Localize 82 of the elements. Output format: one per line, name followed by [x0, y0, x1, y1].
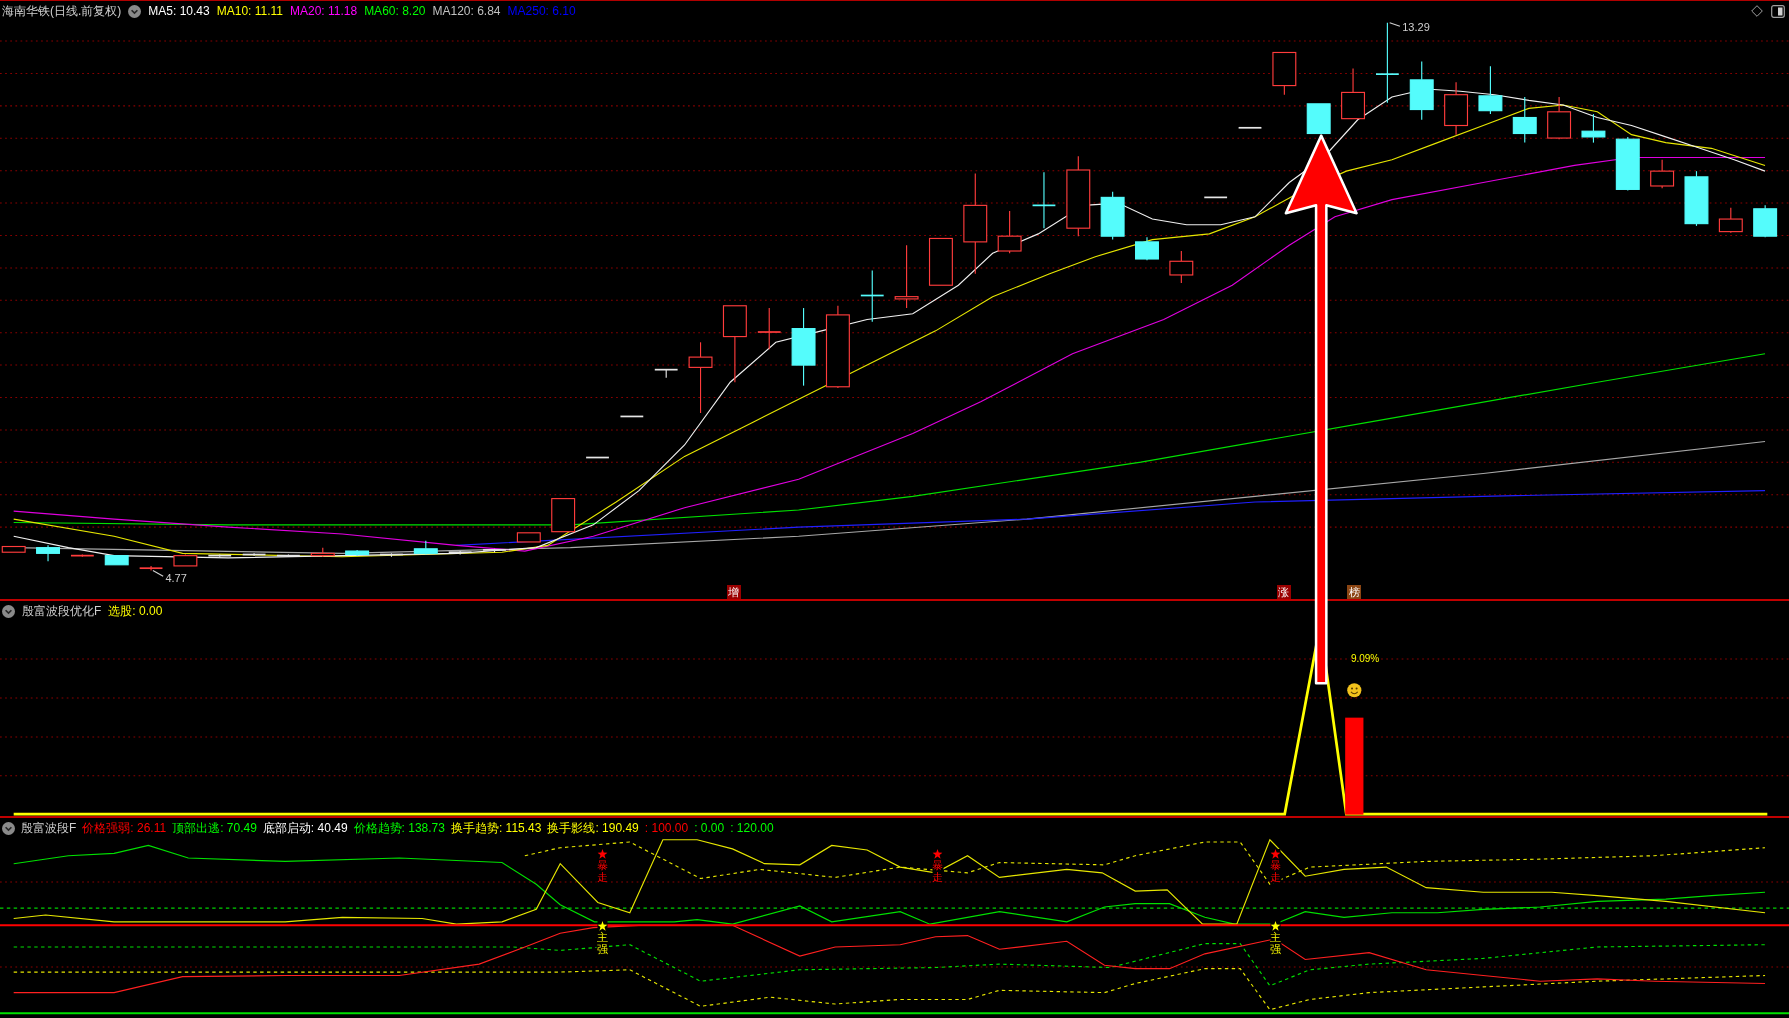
indicator-value: MA20: 11.18	[289, 4, 358, 18]
candlestick	[1615, 136, 1640, 192]
candlestick	[345, 549, 370, 557]
candlestick	[1031, 171, 1057, 229]
price-label: 13.29	[1402, 21, 1430, 33]
candlestick	[379, 552, 404, 558]
candlestick	[36, 544, 60, 562]
signal-marker-label: 主强	[1270, 930, 1282, 955]
diamond-icon[interactable]	[1751, 5, 1763, 17]
candlestick	[241, 552, 267, 557]
candlestick	[653, 368, 679, 379]
candlestick	[1478, 65, 1503, 115]
candlestick	[1341, 67, 1365, 120]
leader-line	[152, 569, 164, 577]
candlestick	[1135, 236, 1159, 261]
panel-toggle-icon[interactable]	[1771, 4, 1785, 18]
candlestick	[447, 550, 473, 556]
candlestick	[1100, 191, 1125, 241]
indicator-value: 价格趋势: 138.73	[353, 819, 445, 837]
candlestick	[138, 565, 164, 572]
indicator-value: 价格强弱: 26.11	[82, 819, 167, 837]
signal-tag: 榜	[1347, 585, 1362, 600]
candlestick	[1650, 159, 1675, 189]
candlestick	[1169, 250, 1194, 284]
candlestick	[207, 553, 232, 558]
indicator-value: 换手影线: 190.49	[547, 819, 639, 837]
candlestick	[928, 237, 953, 286]
candlestick	[1684, 170, 1709, 227]
candlestick	[1753, 204, 1778, 238]
indicator-title: 殷富波段F	[21, 819, 77, 837]
candlestick	[1203, 196, 1228, 199]
dropdown-icon[interactable]	[2, 604, 15, 618]
indicator-value: 底部启动: 40.49	[262, 819, 348, 837]
indicator-value: MA10: 11.11	[216, 4, 283, 18]
candlestick	[619, 415, 645, 418]
candlestick	[173, 553, 198, 567]
chart-title: 海南华铁(日线.前复权)	[2, 2, 122, 20]
percent-label: 9.09%	[1350, 652, 1380, 664]
candlestick	[551, 498, 576, 533]
indicator-value: 换手趋势: 115.43	[450, 819, 542, 837]
signal-marker-label: 主强	[596, 930, 608, 955]
candlestick	[756, 307, 782, 350]
indicator-value: MA250: 6.10	[507, 4, 576, 18]
signal-marker-label: 暴走	[596, 858, 608, 884]
signal-marker-label: 暴走	[1270, 858, 1282, 884]
candlestick	[1306, 103, 1331, 135]
candlestick	[1512, 96, 1537, 144]
indicator-title: 殷富波段优化F	[22, 602, 102, 620]
signal-tag: 增	[726, 585, 741, 600]
candlestick	[482, 548, 507, 553]
indicator-value: : 0.00	[694, 821, 725, 835]
signal-marker-label: 暴走	[932, 858, 944, 884]
candlestick	[1718, 207, 1743, 234]
candlestick	[894, 244, 919, 309]
candlestick	[1272, 51, 1297, 96]
indicator-value: : 100.00	[644, 821, 689, 835]
candlestick	[1444, 81, 1469, 136]
candlestick	[310, 547, 335, 558]
dropdown-icon[interactable]	[2, 821, 15, 835]
price-label: 4.77	[165, 571, 187, 584]
candlestick	[860, 269, 885, 323]
signal-tag: 涨	[1276, 585, 1291, 600]
candlestick	[516, 532, 541, 543]
indicator-value: 选股: 0.00	[108, 602, 163, 620]
candlestick	[1237, 126, 1263, 129]
candlestick	[585, 456, 610, 459]
candlestick	[104, 555, 129, 566]
candlestick	[997, 210, 1022, 254]
candlestick	[1409, 61, 1434, 121]
candlestick	[413, 540, 438, 556]
indicator-value: MA60: 8.20	[364, 4, 426, 18]
indicator-value: 顶部出逃: 70.49	[172, 819, 257, 837]
smiley-icon	[1347, 683, 1362, 698]
indicator-value: MA120: 6.84	[432, 4, 501, 18]
indicator-value: : 120.00	[730, 821, 774, 835]
dropdown-icon[interactable]	[128, 4, 142, 18]
candlestick	[1547, 96, 1572, 140]
candlestick	[1581, 113, 1606, 144]
leader-line	[1389, 22, 1401, 27]
candlestick	[70, 553, 95, 558]
candlestick	[276, 553, 301, 558]
indicator-value: MA5: 10.43	[148, 4, 210, 18]
